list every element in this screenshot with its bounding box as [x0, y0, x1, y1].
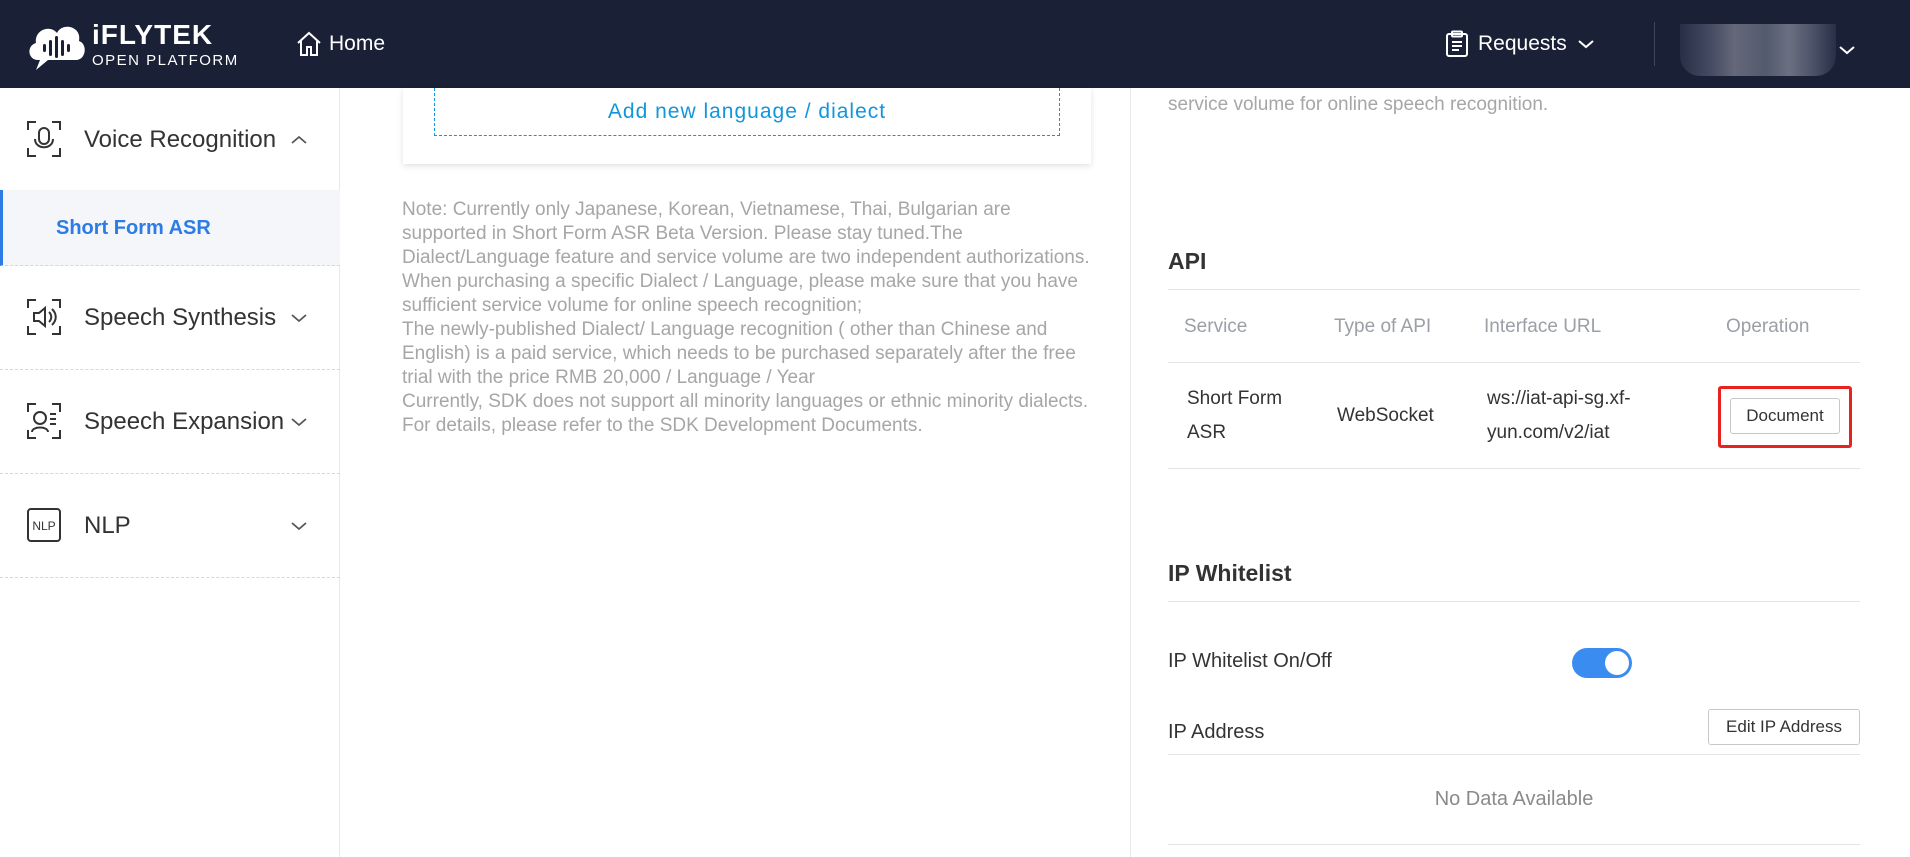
column-header-url: Interface URL — [1484, 316, 1602, 337]
note-paragraph: The newly-published Dialect/ Language re… — [402, 319, 1076, 388]
requests-label: Requests — [1478, 32, 1567, 55]
ip-whitelist-toggle[interactable] — [1572, 648, 1632, 678]
edit-ip-address-button[interactable]: Edit IP Address — [1708, 709, 1860, 745]
api-section-title: API — [1168, 248, 1207, 274]
speech-expansion-icon — [27, 403, 61, 439]
sidebar-group-label: Speech Expansion — [84, 408, 285, 435]
divider — [1168, 468, 1860, 469]
add-language-button[interactable]: Add new language / dialect — [434, 88, 1060, 136]
api-service-cell: Short Form ASR — [1187, 388, 1283, 443]
chevron-down-icon — [291, 522, 307, 531]
chevron-up-icon — [291, 135, 307, 144]
header-divider — [1654, 22, 1655, 66]
column-header-type: Type of API — [1334, 316, 1432, 337]
divider — [1168, 754, 1860, 755]
sidebar: Voice Recognition Short Form ASR Speech … — [0, 88, 340, 857]
document-button[interactable]: Document — [1730, 398, 1840, 434]
clipboard-icon — [1446, 30, 1468, 57]
divider — [1168, 362, 1860, 363]
sidebar-group-label: NLP — [84, 512, 131, 539]
home-label: Home — [329, 32, 386, 55]
nlp-icon: NLP — [27, 508, 61, 542]
sidebar-group-label: Speech Synthesis — [84, 304, 277, 331]
chevron-down-icon — [1839, 46, 1855, 55]
cloud-waveform-icon — [29, 26, 85, 70]
divider — [1168, 601, 1860, 602]
language-note: Note: Currently only Japanese, Korean, V… — [402, 198, 1092, 438]
sidebar-group-speech-synthesis[interactable]: Speech Synthesis — [0, 266, 340, 370]
svg-text:NLP: NLP — [32, 519, 55, 533]
sidebar-group-speech-expansion[interactable]: Speech Expansion — [0, 370, 340, 474]
sidebar-group-voice-recognition[interactable]: Voice Recognition — [0, 88, 340, 190]
column-header-service: Service — [1184, 316, 1248, 337]
sidebar-item-short-form-asr[interactable]: Short Form ASR — [0, 190, 340, 266]
sidebar-group-nlp[interactable]: NLP NLP — [0, 474, 340, 578]
ip-whitelist-section-title: IP Whitelist — [1168, 560, 1292, 586]
voice-recognition-icon — [27, 121, 61, 157]
empty-state-text: No Data Available — [1434, 788, 1594, 810]
sidebar-group-label: Voice Recognition — [84, 126, 277, 153]
home-icon — [297, 31, 321, 56]
speech-synthesis-icon — [27, 299, 61, 335]
home-link[interactable]: Home — [295, 28, 385, 60]
api-url-cell: ws://iat-api-sg.xf- yun.com/v2/iat — [1487, 388, 1631, 443]
column-divider — [1130, 88, 1131, 857]
blurred-username — [1680, 24, 1836, 76]
iflytek-logo[interactable]: iFLYTEK OPEN PLATFORM — [24, 16, 239, 72]
truncated-note-text: service volume for online speech recogni… — [1168, 94, 1549, 115]
sidebar-item-label: Short Form ASR — [56, 217, 211, 239]
chevron-down-icon — [291, 418, 307, 427]
note-paragraph: Note: Currently only Japanese, Korean, V… — [402, 199, 1090, 316]
language-card: Add new language / dialect — [403, 88, 1091, 164]
chevron-down-icon — [291, 314, 307, 323]
ip-address-label: IP Address — [1168, 721, 1265, 743]
brand-name: iFLYTEK — [92, 18, 214, 50]
note-paragraph: Currently, SDK does not support all mino… — [402, 391, 1089, 436]
brand-subtitle: OPEN PLATFORM — [92, 51, 239, 69]
divider — [1168, 844, 1860, 845]
api-type-cell: WebSocket — [1337, 405, 1434, 426]
requests-dropdown[interactable]: Requests — [1444, 26, 1595, 62]
account-menu[interactable] — [1680, 22, 1856, 78]
chevron-down-icon — [1578, 40, 1594, 49]
divider — [1168, 289, 1860, 290]
top-navbar: iFLYTEK OPEN PLATFORM Home Requests — [0, 0, 1910, 88]
toggle-knob — [1605, 651, 1629, 675]
column-header-operation: Operation — [1726, 316, 1810, 337]
ip-whitelist-toggle-label: IP Whitelist On/Off — [1168, 650, 1332, 672]
